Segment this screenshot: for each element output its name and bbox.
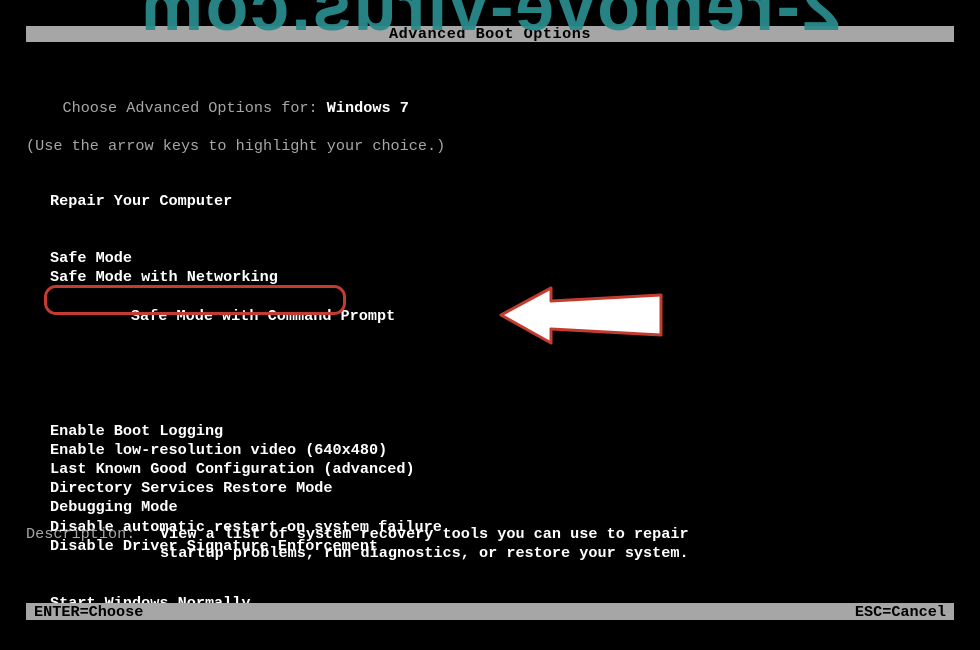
footer-enter-hint: ENTER=Choose	[34, 603, 143, 621]
footer-bar: ENTER=Choose ESC=Cancel	[26, 603, 954, 620]
description-row: Description: View a list of system recov…	[26, 525, 954, 563]
menu-item-safe-mode-networking[interactable]: Safe Mode with Networking	[50, 268, 278, 287]
os-name: Windows 7	[327, 99, 409, 117]
screen-title: Advanced Boot Options	[389, 25, 591, 43]
description-label: Description:	[26, 525, 160, 544]
title-bar: Advanced Boot Options	[26, 26, 954, 42]
intro-prefix: Choose Advanced Options for:	[62, 99, 326, 117]
menu-block-1: Safe Mode Safe Mode with Networking Safe…	[50, 249, 954, 383]
menu-item-safe-mode-command-prompt[interactable]: Safe Mode with Command Prompt	[50, 288, 403, 384]
menu-item-safe-mode[interactable]: Safe Mode	[50, 249, 132, 268]
footer-esc-hint: ESC=Cancel	[855, 603, 946, 621]
intro-line-1: Choose Advanced Options for: Windows 7	[26, 80, 954, 137]
description-text: View a list of system recovery tools you…	[160, 525, 689, 563]
menu-item-debugging-mode[interactable]: Debugging Mode	[50, 498, 178, 517]
callout-arrow-icon	[400, 264, 671, 374]
intro-hint: (Use the arrow keys to highlight your ch…	[26, 137, 954, 156]
menu-block-0: Repair Your Computer	[50, 192, 954, 211]
menu-item-directory-services-restore[interactable]: Directory Services Restore Mode	[50, 479, 333, 498]
menu-item-low-res-video[interactable]: Enable low-resolution video (640x480)	[50, 441, 387, 460]
menu-item-last-known-good[interactable]: Last Known Good Configuration (advanced)	[50, 460, 415, 479]
description-text-line2: startup problems, run diagnostics, or re…	[160, 544, 689, 562]
menu-item-label: Safe Mode with Command Prompt	[131, 307, 395, 325]
description-text-line1: View a list of system recovery tools you…	[160, 525, 689, 543]
menu-item-enable-boot-logging[interactable]: Enable Boot Logging	[50, 422, 223, 441]
menu-item-repair-your-computer[interactable]: Repair Your Computer	[50, 192, 232, 211]
